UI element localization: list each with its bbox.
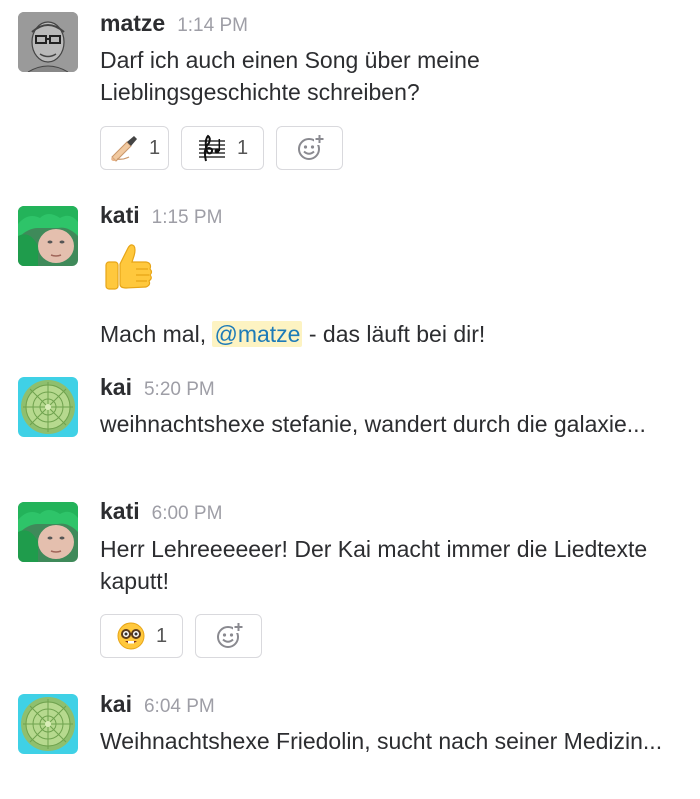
nerd-face-icon xyxy=(116,621,146,651)
writing-hand-icon xyxy=(109,133,139,163)
avatar-kati[interactable] xyxy=(18,206,78,266)
reaction-count: 1 xyxy=(148,136,161,159)
avatar-kai-image xyxy=(18,694,78,754)
reaction-writing-hand[interactable]: 1 xyxy=(100,126,169,170)
reaction-nerd-face[interactable]: 1 xyxy=(100,614,183,658)
message-text-part: - das läuft bei dir! xyxy=(302,321,486,347)
timestamp[interactable]: 1:15 PM xyxy=(152,207,223,228)
message-text: Herr Lehreeeeeer! Der Kai macht immer di… xyxy=(100,536,648,594)
user-mention[interactable]: @matze xyxy=(212,321,303,347)
avatar-matze[interactable] xyxy=(18,12,78,72)
reaction-musical-score[interactable]: 1 xyxy=(181,126,264,170)
reaction-bar: 1 1 xyxy=(100,126,343,172)
avatar-kati[interactable] xyxy=(18,502,78,562)
message-text-part: Mach mal, xyxy=(100,321,213,347)
add-reaction-button[interactable] xyxy=(195,614,262,658)
avatar-kati-image xyxy=(18,502,78,562)
reaction-bar: 1 xyxy=(100,614,262,660)
reaction-count: 1 xyxy=(236,136,249,159)
author-name[interactable]: kati xyxy=(100,202,140,228)
add-reaction-icon xyxy=(297,134,325,160)
add-reaction-icon xyxy=(216,622,244,648)
avatar-kai[interactable] xyxy=(18,377,78,437)
author-name[interactable]: kai xyxy=(100,691,132,717)
timestamp[interactable]: 6:00 PM xyxy=(152,503,223,524)
add-reaction-button[interactable] xyxy=(276,126,343,170)
timestamp[interactable]: 6:04 PM xyxy=(144,696,215,717)
message-text: weihnachtshexe stefanie, wandert durch d… xyxy=(100,411,646,437)
author-name[interactable]: matze xyxy=(100,10,165,36)
message-text: Weihnachtshexe Friedolin, sucht nach sei… xyxy=(100,728,663,754)
reaction-count: 1 xyxy=(155,624,168,647)
author-name[interactable]: kati xyxy=(100,498,140,524)
musical-score-icon xyxy=(197,133,227,163)
avatar-kai[interactable] xyxy=(18,694,78,754)
author-name[interactable]: kai xyxy=(100,374,132,400)
message-text: Darf ich auch einen Song über meine Lieb… xyxy=(100,47,480,105)
avatar-kati-image xyxy=(18,206,78,266)
avatar-matze-image xyxy=(18,12,78,72)
message-text: Mach mal, @matze - das läuft bei dir! xyxy=(100,318,680,350)
thumbs-up-icon xyxy=(100,240,156,296)
timestamp[interactable]: 1:14 PM xyxy=(177,15,248,36)
timestamp[interactable]: 5:20 PM xyxy=(144,379,215,400)
avatar-kai-image xyxy=(18,377,78,437)
